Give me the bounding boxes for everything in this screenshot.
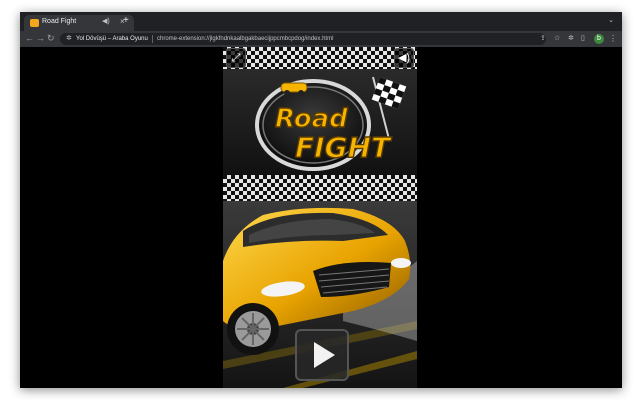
play-icon [314,342,335,368]
speaker-icon[interactable]: ◀) [102,17,110,25]
logo-road-text: Road [275,104,348,134]
tab-road-fight[interactable]: Road Fight ◀) × [24,15,134,31]
puzzle-icon: ✲ [66,35,72,42]
fullscreen-expand-icon[interactable]: ⤢ [226,48,246,68]
car-favicon-icon [30,19,39,27]
road-fight-logo: Road FIGHT [255,76,407,171]
address-bar[interactable]: ✲ Yol Dövüşü – Araba Oyunu chrome-extens… [60,33,546,45]
browser-window: Road Fight ◀) × + ⌄ ← → ↻ ✲ Yol Dövüşü –… [20,12,622,388]
extension-name: Yol Dövüşü – Araba Oyunu [76,36,148,42]
url-divider [152,35,153,43]
url-text[interactable]: chrome-extension://jlgkfndnkaalbgakbaeci… [157,35,333,43]
checkered-flag-icon [371,76,407,140]
sound-speaker-icon[interactable]: ◀) [394,48,414,68]
play-button[interactable] [295,329,349,381]
checkered-banner-middle [223,175,417,201]
tab-strip: Road Fight ◀) × + ⌄ [20,12,622,31]
page-content: Road FIGHT ⤢ ◀) [20,47,622,388]
tab-title: Road Fight [42,18,77,25]
logo-panel: Road FIGHT [223,69,417,175]
bookmark-star-icon[interactable]: ☆ [554,35,560,43]
logo-fight-text: FIGHT [295,131,392,164]
toolbar: ← → ↻ ✲ Yol Dövüşü – Araba Oyunu chrome-… [20,31,622,47]
new-tab-plus-icon[interactable]: + [123,15,129,27]
reload-icon[interactable]: ↻ [47,33,55,44]
side-panel-icon[interactable]: ▯ [581,35,585,43]
forward-arrow-icon[interactable]: → [36,33,45,44]
profile-avatar[interactable]: b [594,34,604,44]
checkered-banner-top [223,47,417,69]
back-arrow-icon[interactable]: ← [25,33,34,44]
chevron-down-icon[interactable]: ⌄ [608,16,614,24]
menu-kebab-icon[interactable]: ⋮ [609,34,617,44]
game-canvas[interactable]: Road FIGHT ⤢ ◀) [223,47,417,388]
share-icon[interactable]: ⇪ [540,35,546,43]
extensions-puzzle-icon[interactable]: ✲ [568,35,574,43]
